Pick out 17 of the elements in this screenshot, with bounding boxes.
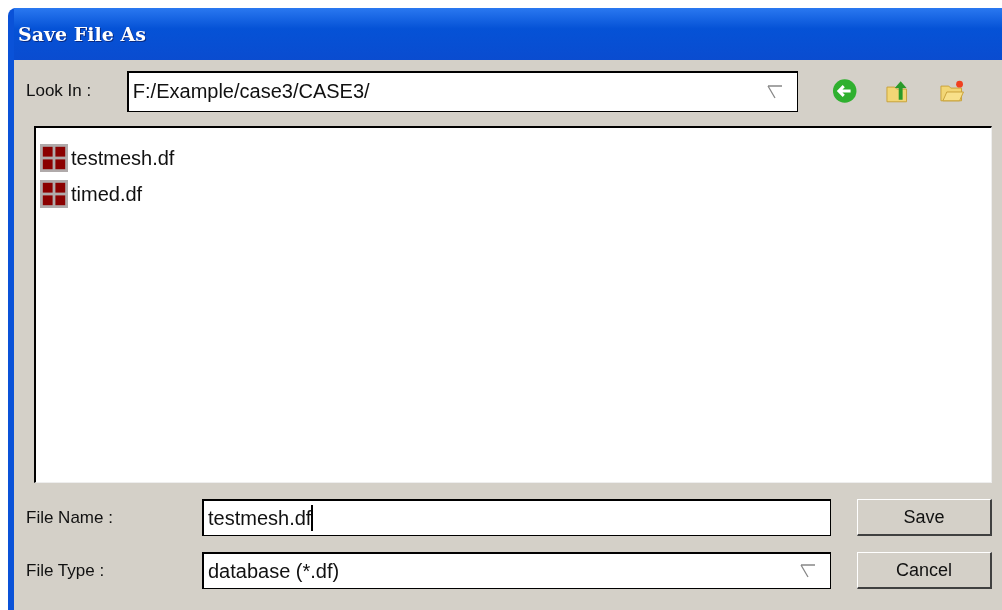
grid-file-icon — [40, 144, 68, 172]
new-folder-icon[interactable] — [938, 78, 964, 104]
look-in-dropdown[interactable]: F:/Example/case3/CASE3/ — [126, 70, 798, 112]
caret-icon — [800, 564, 816, 578]
file-item[interactable]: timed.df — [40, 176, 143, 212]
look-in-label: Look In : — [26, 81, 93, 101]
file-name-label: File Name : — [26, 507, 114, 528]
cancel-button[interactable]: Cancel — [857, 552, 992, 589]
file-type-label: File Type : — [26, 560, 106, 581]
back-icon[interactable] — [831, 78, 858, 104]
window-title: Save File As — [18, 23, 146, 45]
file-type-dropdown[interactable]: database (*.df) — [202, 552, 831, 589]
file-item[interactable]: testmesh.df — [40, 140, 175, 176]
caret-icon — [766, 84, 783, 99]
file-name-field[interactable]: testmesh.df — [202, 499, 831, 536]
grid-file-icon — [40, 180, 68, 208]
save-button[interactable]: Save — [857, 499, 992, 536]
